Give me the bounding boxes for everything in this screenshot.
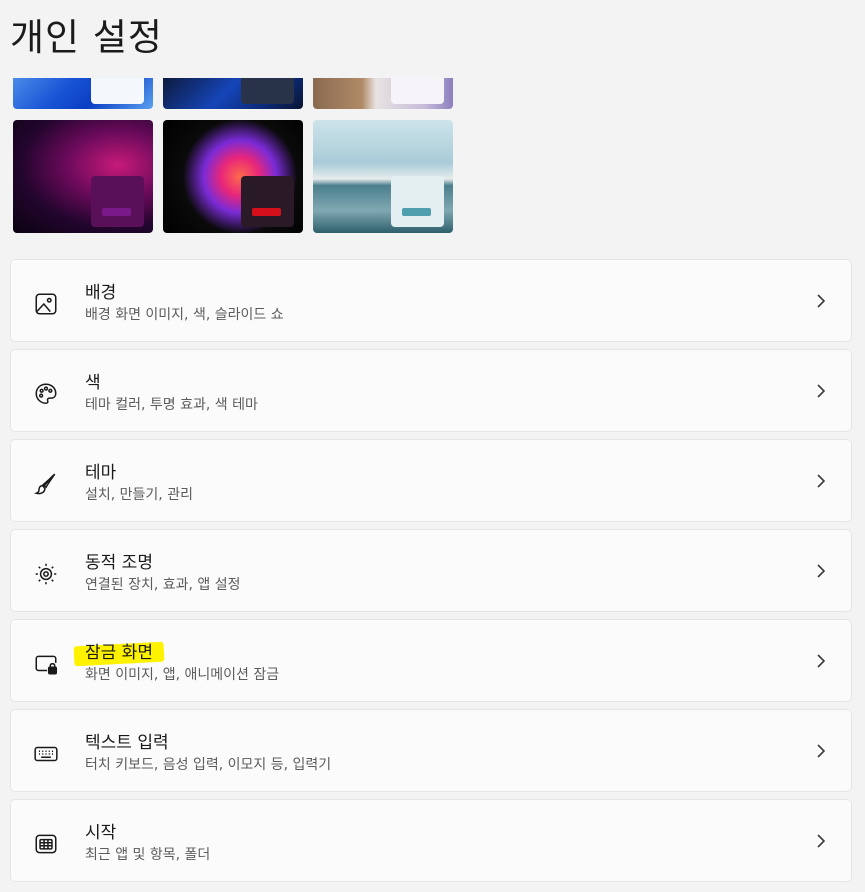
theme-window-preview [91, 78, 144, 104]
chevron-right-icon [813, 563, 829, 579]
chevron-right-icon [813, 383, 829, 399]
chevron-right-icon [813, 743, 829, 759]
settings-item-title: 잠금 화면 [85, 643, 153, 663]
settings-item-colors[interactable]: 색 테마 컬러, 투명 효과, 색 테마 [10, 349, 852, 432]
settings-item-subtitle: 연결된 장치, 효과, 앱 설정 [85, 577, 241, 593]
theme-window-preview [391, 176, 444, 227]
settings-item-subtitle: 배경 화면 이미지, 색, 슬라이드 쇼 [85, 307, 284, 323]
theme-thumbnail[interactable] [13, 78, 153, 109]
brush-icon [32, 470, 60, 498]
lock-screen-icon [32, 650, 60, 678]
theme-thumbnail[interactable] [313, 120, 453, 233]
theme-window-preview [241, 78, 294, 104]
theme-thumbnail[interactable] [163, 120, 303, 233]
theme-gallery [13, 78, 463, 238]
settings-item-start[interactable]: 시작 최근 앱 및 항목, 폴더 [10, 799, 852, 882]
page-title: 개인 설정 [10, 16, 163, 59]
settings-item-title: 텍스트 입력 [85, 733, 169, 753]
settings-item-dynamic-lighting[interactable]: 동적 조명 연결된 장치, 효과, 앱 설정 [10, 529, 852, 612]
settings-item-subtitle: 설치, 만들기, 관리 [85, 487, 193, 503]
theme-window-preview [391, 78, 444, 104]
start-icon [32, 830, 60, 858]
chevron-right-icon [813, 833, 829, 849]
settings-item-title: 동적 조명 [85, 553, 153, 573]
settings-item-background[interactable]: 배경 배경 화면 이미지, 색, 슬라이드 쇼 [10, 259, 852, 342]
theme-thumbnail[interactable] [163, 78, 303, 109]
settings-item-title: 시작 [85, 823, 117, 843]
settings-item-themes[interactable]: 테마 설치, 만들기, 관리 [10, 439, 852, 522]
image-icon [32, 290, 60, 318]
settings-item-title: 색 [85, 373, 101, 393]
settings-item-subtitle: 화면 이미지, 앱, 애니메이션 잠금 [85, 667, 280, 683]
settings-item-subtitle: 최근 앱 및 항목, 폴더 [85, 847, 211, 863]
settings-item-title: 배경 [85, 283, 117, 303]
theme-thumbnail[interactable] [313, 78, 453, 109]
settings-item-lock-screen[interactable]: 잠금 화면 화면 이미지, 앱, 애니메이션 잠금 [10, 619, 852, 702]
settings-item-subtitle: 터치 키보드, 음성 입력, 이모지 등, 입력기 [85, 757, 332, 773]
settings-item-title: 테마 [85, 463, 117, 483]
theme-window-preview [91, 176, 144, 227]
palette-icon [32, 380, 60, 408]
chevron-right-icon [813, 293, 829, 309]
dynamic-lighting-icon [32, 560, 60, 588]
chevron-right-icon [813, 653, 829, 669]
keyboard-icon [32, 740, 60, 768]
theme-window-preview [241, 176, 294, 227]
theme-thumbnail[interactable] [13, 120, 153, 233]
chevron-right-icon [813, 473, 829, 489]
settings-item-subtitle: 테마 컬러, 투명 효과, 색 테마 [85, 397, 258, 413]
settings-item-text-input[interactable]: 텍스트 입력 터치 키보드, 음성 입력, 이모지 등, 입력기 [10, 709, 852, 792]
